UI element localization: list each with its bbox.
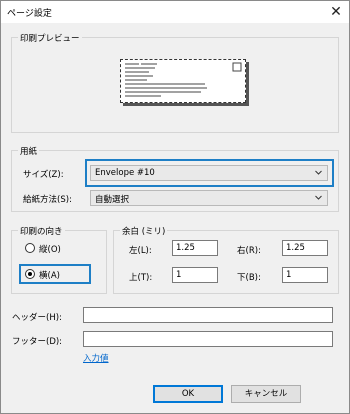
footer-label: フッター(D): (12, 337, 63, 347)
margins-group-label: 余白 (ミリ) (120, 225, 168, 237)
window-title: ページ設定 (7, 9, 52, 19)
page-setup-dialog: ページ設定 ✕ 印刷プレビュー 用紙 サイズ(Z): Envelope #10 … (0, 0, 350, 414)
landscape-radio[interactable] (25, 269, 35, 279)
right-margin-value: 1.25 (286, 243, 305, 253)
bottom-margin-label: 下(B): (237, 273, 261, 283)
right-margin-label: 右(R): (237, 246, 261, 256)
orientation-group-label: 印刷の向き (18, 225, 65, 237)
bottom-margin-input[interactable]: 1 (282, 267, 328, 283)
portrait-radio[interactable] (25, 243, 35, 253)
orientation-group: 印刷の向き (11, 225, 107, 294)
title-bar: ページ設定 ✕ (1, 1, 349, 23)
header-label: ヘッダー(H): (12, 313, 62, 323)
footer-input[interactable] (83, 331, 333, 347)
size-label: サイズ(Z): (23, 170, 64, 180)
paper-size-dropdown[interactable]: Envelope #10 (90, 165, 328, 181)
envelope-preview (120, 59, 246, 103)
paper-source-dropdown[interactable]: 自動選択 (90, 190, 328, 206)
chevron-down-icon (315, 170, 322, 175)
cancel-button[interactable]: キャンセル (231, 385, 301, 403)
preview-shadow (246, 62, 249, 106)
chevron-down-icon (315, 195, 322, 200)
paper-source-value: 自動選択 (95, 195, 130, 205)
left-margin-input[interactable]: 1.25 (172, 240, 218, 256)
bottom-margin-value: 1 (286, 270, 292, 280)
portrait-label[interactable]: 縦(O) (39, 243, 61, 255)
ok-button[interactable]: OK (153, 385, 223, 403)
paper-group-label: 用紙 (18, 145, 40, 157)
paper-source-label: 給紙方法(S): (23, 195, 72, 205)
preview-text-lines (125, 62, 242, 97)
top-margin-value: 1 (176, 270, 182, 280)
header-input[interactable] (83, 307, 333, 323)
right-margin-input[interactable]: 1.25 (282, 240, 328, 256)
landscape-label[interactable]: 横(A) (39, 269, 60, 281)
top-margin-input[interactable]: 1 (172, 267, 218, 283)
close-icon[interactable]: ✕ (327, 3, 345, 21)
top-margin-label: 上(T): (129, 273, 153, 283)
print-preview-label: 印刷プレビュー (18, 32, 82, 44)
left-margin-label: 左(L): (129, 246, 152, 256)
input-values-link[interactable]: 入力値 (83, 352, 109, 364)
left-margin-value: 1.25 (176, 243, 195, 253)
paper-size-value: Envelope #10 (95, 168, 155, 178)
